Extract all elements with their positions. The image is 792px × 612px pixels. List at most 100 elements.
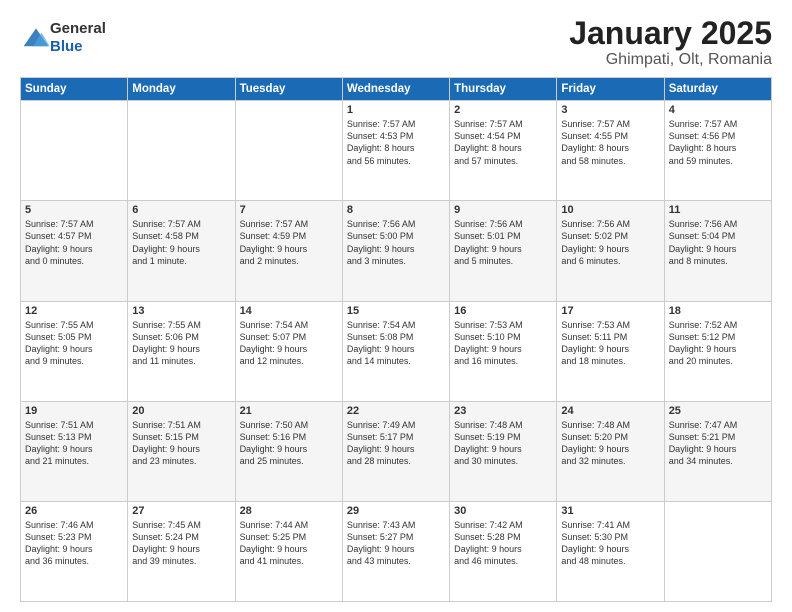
calendar-cell: 24 Sunrise: 7:48 AM Sunset: 5:20 PM Dayli… [557,401,664,501]
day-info: Sunrise: 7:51 AM Sunset: 5:15 PM Dayligh… [132,419,230,468]
month-title: January 2025 [569,16,772,51]
calendar-cell: 20 Sunrise: 7:51 AM Sunset: 5:15 PM Dayli… [128,401,235,501]
day-number: 18 [669,305,767,317]
day-number: 29 [347,505,445,517]
day-number: 30 [454,505,552,517]
calendar-header-sunday: Sunday [21,78,128,101]
calendar-cell: 13 Sunrise: 7:55 AM Sunset: 5:06 PM Dayli… [128,301,235,401]
calendar-cell: 11 Sunrise: 7:56 AM Sunset: 5:04 PM Dayli… [664,201,771,301]
logo: General Blue [20,20,106,56]
day-number: 24 [561,405,659,417]
calendar-cell: 10 Sunrise: 7:56 AM Sunset: 5:02 PM Dayli… [557,201,664,301]
day-info: Sunrise: 7:56 AM Sunset: 5:01 PM Dayligh… [454,218,552,267]
calendar-cell: 8 Sunrise: 7:56 AM Sunset: 5:00 PM Daylig… [342,201,449,301]
day-number: 5 [25,204,123,216]
calendar-cell: 9 Sunrise: 7:56 AM Sunset: 5:01 PM Daylig… [450,201,557,301]
calendar-cell: 4 Sunrise: 7:57 AM Sunset: 4:56 PM Daylig… [664,101,771,201]
day-info: Sunrise: 7:56 AM Sunset: 5:02 PM Dayligh… [561,218,659,267]
day-info: Sunrise: 7:48 AM Sunset: 5:20 PM Dayligh… [561,419,659,468]
day-info: Sunrise: 7:54 AM Sunset: 5:07 PM Dayligh… [240,319,338,368]
day-info: Sunrise: 7:57 AM Sunset: 4:54 PM Dayligh… [454,118,552,167]
day-number: 14 [240,305,338,317]
day-info: Sunrise: 7:54 AM Sunset: 5:08 PM Dayligh… [347,319,445,368]
calendar-cell: 21Sunrise: 7:50 AM Sunset: 5:16 PM Dayli… [235,401,342,501]
calendar-week-row: 5 Sunrise: 7:57 AM Sunset: 4:57 PM Daylig… [21,201,772,301]
calendar-cell: 30 Sunrise: 7:42 AM Sunset: 5:28 PM Dayli… [450,501,557,601]
calendar-header-friday: Friday [557,78,664,101]
calendar-cell [21,101,128,201]
day-number: 15 [347,305,445,317]
day-number: 22 [347,405,445,417]
calendar-header-saturday: Saturday [664,78,771,101]
day-info: Sunrise: 7:48 AM Sunset: 5:19 PM Dayligh… [454,419,552,468]
day-info: Sunrise: 7:57 AM Sunset: 4:55 PM Dayligh… [561,118,659,167]
calendar-cell: 6Sunrise: 7:57 AM Sunset: 4:58 PM Daylig… [128,201,235,301]
day-number: 11 [669,204,767,216]
day-number: 13 [132,305,230,317]
calendar-cell: 25 Sunrise: 7:47 AM Sunset: 5:21 PM Dayli… [664,401,771,501]
calendar-cell: 17 Sunrise: 7:53 AM Sunset: 5:11 PM Dayli… [557,301,664,401]
day-info: Sunrise: 7:55 AM Sunset: 5:05 PM Dayligh… [25,319,123,368]
logo-blue: Blue [50,38,83,55]
calendar-cell: 2 Sunrise: 7:57 AM Sunset: 4:54 PM Daylig… [450,101,557,201]
calendar-cell: 5 Sunrise: 7:57 AM Sunset: 4:57 PM Daylig… [21,201,128,301]
calendar-cell: 23 Sunrise: 7:48 AM Sunset: 5:19 PM Dayli… [450,401,557,501]
day-number: 2 [454,104,552,116]
calendar-cell: 15 Sunrise: 7:54 AM Sunset: 5:08 PM Dayli… [342,301,449,401]
calendar-header-row: SundayMondayTuesdayWednesdayThursdayFrid… [21,78,772,101]
day-number: 10 [561,204,659,216]
day-info: Sunrise: 7:49 AM Sunset: 5:17 PM Dayligh… [347,419,445,468]
location-title: Ghimpati, Olt, Romania [569,51,772,69]
calendar-week-row: 12 Sunrise: 7:55 AM Sunset: 5:05 PM Dayli… [21,301,772,401]
calendar-cell [235,101,342,201]
day-info: Sunrise: 7:46 AM Sunset: 5:23 PM Dayligh… [25,519,123,568]
day-number: 25 [669,405,767,417]
calendar-header-wednesday: Wednesday [342,78,449,101]
day-number: 12 [25,305,123,317]
day-number: 17 [561,305,659,317]
day-info: Sunrise: 7:43 AM Sunset: 5:27 PM Dayligh… [347,519,445,568]
day-number: 27 [132,505,230,517]
calendar-cell: 1Sunrise: 7:57 AM Sunset: 4:53 PM Daylig… [342,101,449,201]
calendar-header-thursday: Thursday [450,78,557,101]
calendar-cell: 22 Sunrise: 7:49 AM Sunset: 5:17 PM Dayli… [342,401,449,501]
day-number: 7 [240,204,338,216]
day-info: Sunrise: 7:57 AM Sunset: 4:56 PM Dayligh… [669,118,767,167]
day-info: Sunrise: 7:53 AM Sunset: 5:11 PM Dayligh… [561,319,659,368]
day-info: Sunrise: 7:42 AM Sunset: 5:28 PM Dayligh… [454,519,552,568]
logo-general: General [50,20,106,37]
calendar-cell: 27 Sunrise: 7:45 AM Sunset: 5:24 PM Dayli… [128,501,235,601]
day-info: Sunrise: 7:55 AM Sunset: 5:06 PM Dayligh… [132,319,230,368]
day-info: Sunrise: 7:45 AM Sunset: 5:24 PM Dayligh… [132,519,230,568]
day-info: Sunrise: 7:56 AM Sunset: 5:04 PM Dayligh… [669,218,767,267]
page: General Blue January 2025 Ghimpati, Olt,… [0,0,792,612]
day-number: 9 [454,204,552,216]
day-number: 4 [669,104,767,116]
calendar-cell: 19 Sunrise: 7:51 AM Sunset: 5:13 PM Dayli… [21,401,128,501]
day-info: Sunrise: 7:44 AM Sunset: 5:25 PM Dayligh… [240,519,338,568]
day-info: Sunrise: 7:47 AM Sunset: 5:21 PM Dayligh… [669,419,767,468]
day-number: 20 [132,405,230,417]
logo-icon [22,27,50,49]
calendar: SundayMondayTuesdayWednesdayThursdayFrid… [20,77,772,602]
day-info: Sunrise: 7:51 AM Sunset: 5:13 PM Dayligh… [25,419,123,468]
day-number: 31 [561,505,659,517]
calendar-week-row: 1Sunrise: 7:57 AM Sunset: 4:53 PM Daylig… [21,101,772,201]
day-number: 19 [25,405,123,417]
calendar-cell: 18 Sunrise: 7:52 AM Sunset: 5:12 PM Dayli… [664,301,771,401]
day-number: 26 [25,505,123,517]
day-info: Sunrise: 7:41 AM Sunset: 5:30 PM Dayligh… [561,519,659,568]
calendar-cell: 31 Sunrise: 7:41 AM Sunset: 5:30 PM Dayli… [557,501,664,601]
day-number: 23 [454,405,552,417]
day-info: Sunrise: 7:57 AM Sunset: 4:57 PM Dayligh… [25,218,123,267]
day-number: 8 [347,204,445,216]
calendar-cell: 28Sunrise: 7:44 AM Sunset: 5:25 PM Dayli… [235,501,342,601]
calendar-header-tuesday: Tuesday [235,78,342,101]
day-info: Sunrise: 7:56 AM Sunset: 5:00 PM Dayligh… [347,218,445,267]
logo-text: General Blue [50,20,106,56]
day-info: Sunrise: 7:53 AM Sunset: 5:10 PM Dayligh… [454,319,552,368]
calendar-week-row: 26 Sunrise: 7:46 AM Sunset: 5:23 PM Dayli… [21,501,772,601]
calendar-week-row: 19 Sunrise: 7:51 AM Sunset: 5:13 PM Dayli… [21,401,772,501]
calendar-cell: 16Sunrise: 7:53 AM Sunset: 5:10 PM Dayli… [450,301,557,401]
day-info: Sunrise: 7:52 AM Sunset: 5:12 PM Dayligh… [669,319,767,368]
